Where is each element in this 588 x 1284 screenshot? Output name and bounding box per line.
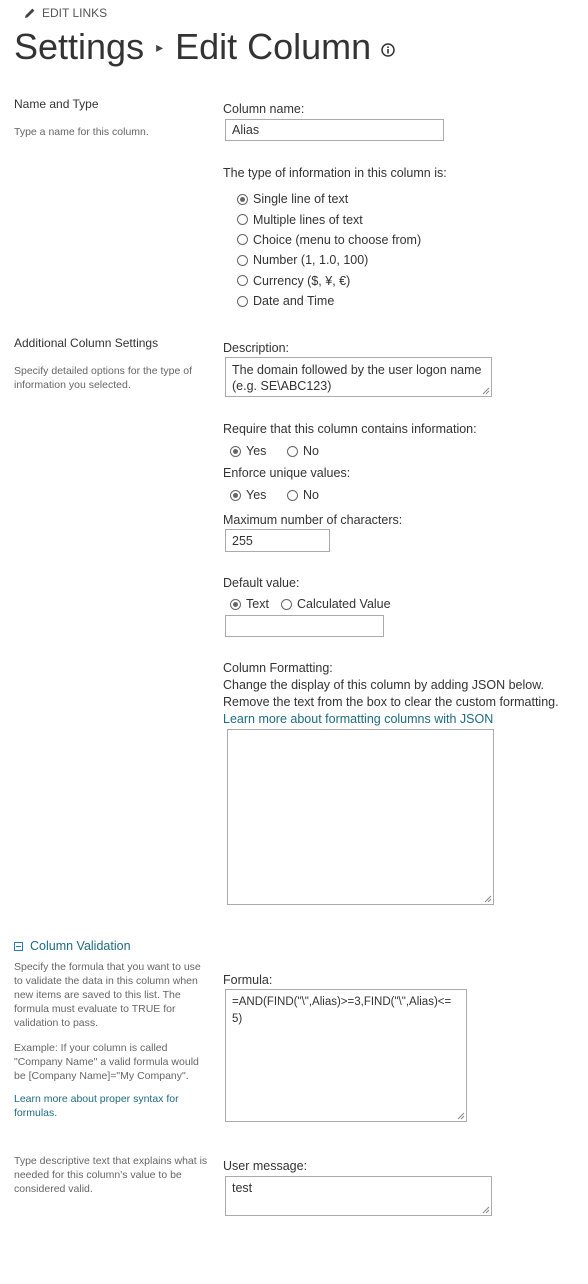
type-option-choice[interactable]: Choice (menu to choose from)	[237, 230, 421, 250]
default-calculated-label: Calculated Value	[297, 597, 391, 611]
resize-grip-icon[interactable]	[482, 1206, 490, 1214]
edit-links-label: EDIT LINKS	[42, 6, 108, 20]
info-icon[interactable]	[381, 43, 395, 57]
type-radio-group: Single line of text Multiple lines of te…	[237, 189, 421, 311]
type-option-single-line[interactable]: Single line of text	[237, 189, 421, 209]
radio-button[interactable]	[230, 598, 241, 610]
max-chars-input[interactable]	[225, 529, 330, 552]
breadcrumb-arrow-icon: ▸	[156, 38, 164, 55]
unique-label: Enforce unique values:	[223, 466, 351, 480]
radio-button[interactable]	[237, 193, 248, 205]
max-chars-label: Maximum number of characters:	[223, 513, 403, 527]
radio-button[interactable]	[287, 445, 298, 457]
resize-grip-icon[interactable]	[482, 387, 490, 395]
require-no-option[interactable]: No	[287, 444, 319, 458]
validation-example: Example: If your column is called "Compa…	[14, 1042, 199, 1082]
formatting-label: Column Formatting:	[223, 661, 333, 675]
breadcrumb-settings[interactable]: Settings	[14, 26, 144, 68]
radio-button[interactable]	[230, 489, 241, 501]
radio-button[interactable]	[237, 234, 248, 246]
unique-no-option[interactable]: No	[287, 488, 319, 502]
no-label: No	[303, 488, 319, 502]
validation-desc: Specify the formula that you want to use…	[14, 961, 201, 1029]
radio-button[interactable]	[237, 214, 248, 226]
formatting-line-1: Change the display of this column by add…	[223, 678, 545, 692]
type-option-label: Choice (menu to choose from)	[253, 232, 422, 247]
column-formatting-textarea[interactable]	[227, 729, 494, 905]
resize-grip-icon[interactable]	[484, 895, 492, 903]
yes-label: Yes	[246, 444, 267, 458]
type-option-label: Number (1, 1.0, 100)	[253, 253, 369, 268]
type-option-number[interactable]: Number (1, 1.0, 100)	[237, 250, 421, 270]
user-message-label: User message:	[223, 1159, 308, 1173]
radio-button[interactable]	[287, 489, 298, 501]
column-name-input[interactable]	[225, 119, 444, 141]
radio-button[interactable]	[237, 295, 248, 307]
radio-button[interactable]	[281, 598, 292, 610]
default-calculated-option[interactable]: Calculated Value	[281, 597, 391, 611]
default-text-label: Text	[246, 597, 269, 611]
user-message-text: test	[232, 1181, 253, 1195]
validation-syntax-link[interactable]: Learn more about proper syntax for formu…	[14, 1092, 194, 1120]
default-text-option[interactable]: Text	[230, 597, 269, 611]
radio-button[interactable]	[230, 445, 241, 457]
unique-yes-option[interactable]: Yes	[230, 488, 266, 502]
type-option-multiple-lines[interactable]: Multiple lines of text	[237, 209, 421, 229]
formula-textarea[interactable]: =AND(FIND("\",Alias)>=3,FIND("\",Alias)<…	[225, 989, 467, 1122]
column-name-label: Column name:	[223, 102, 305, 116]
description-label: Description:	[223, 341, 289, 355]
resize-grip-icon[interactable]	[457, 1112, 465, 1120]
no-label: No	[303, 444, 319, 458]
column-formatting-block: Column Formatting: Change the display of…	[223, 660, 559, 728]
description-textarea[interactable]: The domain followed by the user logon na…	[225, 357, 492, 397]
formatting-line-2: Remove the text from the box to clear th…	[223, 695, 559, 709]
type-option-label: Date and Time	[253, 294, 335, 309]
additional-section-title: Additional Column Settings	[14, 336, 159, 350]
column-validation-title[interactable]: Column Validation	[30, 939, 131, 953]
radio-button[interactable]	[237, 254, 248, 266]
radio-button[interactable]	[237, 275, 248, 287]
edit-links[interactable]: EDIT LINKS	[24, 6, 107, 20]
default-value-label: Default value:	[223, 576, 300, 590]
breadcrumb-edit-column: Edit Column	[175, 26, 372, 67]
pencil-icon	[25, 8, 35, 18]
type-option-label: Single line of text	[253, 192, 349, 207]
page-title: Settings ▸ Edit Column	[14, 26, 395, 68]
name-type-section-desc: Type a name for this column.	[14, 126, 149, 138]
formula-label: Formula:	[223, 973, 273, 987]
require-label: Require that this column contains inform…	[223, 422, 477, 436]
user-message-textarea[interactable]: test	[225, 1176, 492, 1216]
name-type-section-title: Name and Type	[14, 97, 99, 111]
type-option-currency[interactable]: Currency ($, ¥, €)	[237, 271, 421, 291]
formula-text: =AND(FIND("\",Alias)>=3,FIND("\",Alias)<…	[232, 996, 452, 1025]
type-option-date-time[interactable]: Date and Time	[237, 291, 421, 311]
user-message-desc: Type descriptive text that explains what…	[14, 1155, 208, 1195]
default-value-input[interactable]	[225, 615, 384, 637]
require-yes-option[interactable]: Yes	[230, 444, 266, 458]
yes-label: Yes	[246, 488, 267, 502]
description-text: The domain followed by the user logon na…	[232, 363, 482, 393]
column-validation-toggle[interactable]: Column Validation	[14, 939, 131, 953]
type-option-label: Currency ($, ¥, €)	[253, 273, 351, 288]
type-option-label: Multiple lines of text	[253, 212, 363, 227]
formatting-learn-more-link[interactable]: Learn more about formatting columns with…	[223, 711, 559, 728]
collapse-icon[interactable]	[14, 941, 23, 951]
type-label: The type of information in this column i…	[223, 166, 447, 180]
additional-section-desc: Specify detailed options for the type of…	[14, 365, 193, 391]
